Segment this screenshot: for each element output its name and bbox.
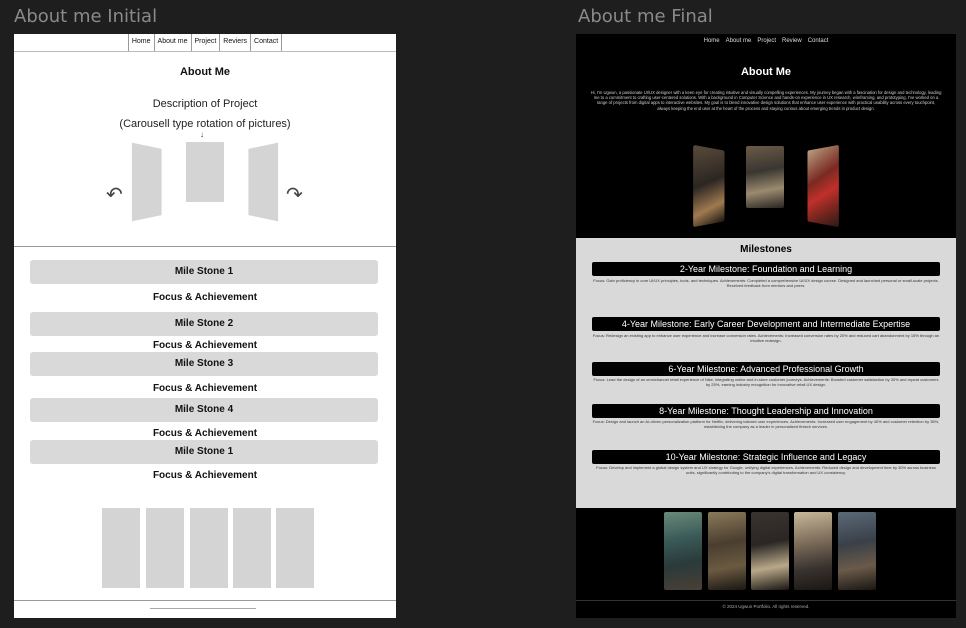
milestone-bar[interactable]: Mile Stone 1: [30, 260, 378, 284]
carousel-image-placeholder[interactable]: [186, 142, 224, 202]
milestone-bar[interactable]: 10-Year Milestone: Strategic Influence a…: [592, 450, 940, 464]
carousel-photo[interactable]: [807, 144, 839, 228]
milestone-bar[interactable]: Mile Stone 1: [30, 440, 378, 464]
gallery-image-placeholder[interactable]: [233, 508, 271, 588]
page-title: About Me: [740, 66, 792, 78]
about-me-final-frame: Home About me Project Review Contact Abo…: [576, 34, 956, 618]
milestone-detail: Focus: Design and launch an AI-driven pe…: [592, 419, 940, 429]
milestone-bar[interactable]: 2-Year Milestone: Foundation and Learnin…: [592, 262, 940, 276]
milestone-bar[interactable]: 6-Year Milestone: Advanced Professional …: [592, 362, 940, 376]
nav-item-about-me[interactable]: About me: [726, 38, 752, 44]
nav-item-reviews[interactable]: Reviers: [220, 34, 252, 51]
nav-bar: Home About me Project Review Contact: [576, 38, 956, 44]
carousel-image-placeholder[interactable]: [131, 142, 162, 222]
about-me-initial-frame: Home About me Project Reviers Contact Ab…: [14, 34, 396, 618]
milestone-bar[interactable]: Mile Stone 2: [30, 312, 378, 336]
gallery-photo[interactable]: [751, 512, 789, 590]
nav-item-contact[interactable]: Contact: [808, 38, 829, 44]
gallery-photo[interactable]: [708, 512, 746, 590]
carousel-photo[interactable]: [746, 146, 784, 208]
footer-divider: [14, 600, 396, 601]
nav-item-contact[interactable]: Contact: [251, 34, 283, 51]
project-description: Description of Project: [152, 98, 258, 110]
milestones-heading: Milestones: [740, 244, 792, 255]
section-divider: [14, 246, 396, 247]
carousel-photo[interactable]: [693, 144, 725, 228]
carousel-image-placeholder[interactable]: [248, 142, 279, 222]
rotate-left-icon[interactable]: ↶: [106, 182, 123, 207]
page-title: About Me: [179, 66, 231, 78]
gallery-image-placeholder[interactable]: [190, 508, 228, 588]
nav-item-home[interactable]: Home: [704, 38, 720, 44]
focus-achievement-label: Focus & Achievement: [152, 383, 258, 394]
footer-divider: [576, 600, 956, 601]
gallery-image-placeholder[interactable]: [102, 508, 140, 588]
nav-item-review[interactable]: Review: [782, 38, 802, 44]
gallery-image-placeholder[interactable]: [276, 508, 314, 588]
bio-paragraph: Hi, I'm Ugwun, a passionate UI/UX design…: [590, 90, 942, 111]
frame-label-final: About me Final: [578, 6, 713, 27]
footer-line: [150, 608, 256, 609]
milestone-bar[interactable]: 8-Year Milestone: Thought Leadership and…: [592, 404, 940, 418]
milestone-detail: Focus: Lead the design of an omnichannel…: [593, 377, 939, 387]
focus-achievement-label: Focus & Achievement: [152, 340, 258, 351]
nav-item-project[interactable]: Project: [757, 38, 776, 44]
nav-item-home[interactable]: Home: [129, 34, 155, 51]
focus-achievement-label: Focus & Achievement: [152, 470, 258, 481]
focus-achievement-label: Focus & Achievement: [152, 292, 258, 303]
nav-item-project[interactable]: Project: [192, 34, 221, 51]
gallery-image-placeholder[interactable]: [146, 508, 184, 588]
down-arrow-icon: ↓: [200, 130, 204, 139]
carousel-label: (Carousell type rotation of pictures): [119, 118, 291, 130]
rotate-right-icon[interactable]: ↷: [286, 182, 303, 207]
footer-text: © 2024 Ugwun Portfolio. All rights reser…: [722, 604, 810, 609]
milestone-detail: Focus: Develop and implement a global de…: [596, 465, 936, 475]
gallery-photo[interactable]: [794, 512, 832, 590]
milestone-bar[interactable]: Mile Stone 3: [30, 352, 378, 376]
milestone-detail: Focus: Gain proficiency in core UI/UX pr…: [593, 278, 939, 288]
nav-item-about-me[interactable]: About me: [155, 34, 192, 51]
focus-achievement-label: Focus & Achievement: [152, 428, 258, 439]
nav-bar: Home About me Project Reviers Contact: [14, 34, 396, 52]
milestone-bar[interactable]: Mile Stone 4: [30, 398, 378, 422]
milestone-bar[interactable]: 4-Year Milestone: Early Career Developme…: [592, 317, 940, 331]
milestone-detail: Focus: Redesign an existing app to enhan…: [592, 333, 940, 343]
gallery-photo[interactable]: [664, 512, 702, 590]
gallery-photo[interactable]: [838, 512, 876, 590]
frame-label-initial: About me Initial: [14, 6, 158, 27]
